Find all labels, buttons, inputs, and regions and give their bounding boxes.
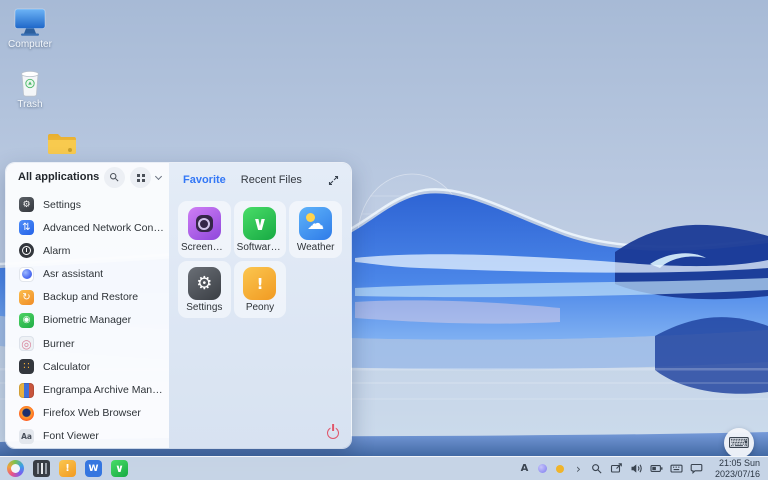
- peony-files-icon: !: [243, 267, 277, 300]
- disc-burner-icon: ◎: [19, 336, 34, 352]
- app-list-item-font-viewer[interactable]: Aa Font Viewer: [6, 425, 169, 448]
- firefox-icon: [19, 405, 34, 421]
- network-config-icon: ⇅: [19, 220, 34, 236]
- app-list-item-network-config[interactable]: ⇅ Advanced Network Configura...: [6, 216, 169, 239]
- desktop-screen: Computer Trash All applications ⚙ Settin…: [0, 0, 768, 480]
- expand-menu-button[interactable]: [328, 175, 339, 186]
- biometric-icon: ◉: [19, 312, 34, 328]
- app-list-item-settings[interactable]: ⚙ Settings: [6, 193, 169, 216]
- favorites-tabs: Favorite Recent Files: [169, 163, 351, 197]
- tray-expand-icon[interactable]: ›: [573, 462, 584, 476]
- task-view-button[interactable]: [33, 460, 50, 477]
- desktop-icon-folder[interactable]: [45, 131, 79, 156]
- app-list-item-alarm[interactable]: Alarm: [6, 239, 169, 262]
- taskbar-software-store-icon[interactable]: ∨: [111, 460, 128, 477]
- folder-icon: [46, 131, 78, 156]
- taskbar-wps-office-icon[interactable]: W: [85, 460, 102, 477]
- alarm-icon: [19, 243, 34, 259]
- app-list-item-asr-assistant[interactable]: Asr assistant: [6, 263, 169, 286]
- search-button[interactable]: [104, 166, 125, 188]
- start-menu-favorites-panel: Favorite Recent Files Screenshot ∨ Softw…: [169, 163, 351, 448]
- taskbar: ! W ∨ A › 21:05 Sun 2023/07/16: [0, 456, 768, 480]
- backup-restore-icon: ↻: [19, 289, 34, 305]
- clock-time: 21:05 Sun: [718, 458, 760, 469]
- font-viewer-icon: Aa: [19, 428, 34, 444]
- tab-favorite[interactable]: Favorite: [183, 174, 226, 186]
- taskbar-peony-files-icon[interactable]: !: [59, 460, 76, 477]
- taskbar-clock[interactable]: 21:05 Sun 2023/07/16: [715, 458, 760, 478]
- desktop-icon-trash[interactable]: Trash: [4, 68, 56, 110]
- app-list-item-firefox[interactable]: Firefox Web Browser: [6, 402, 169, 425]
- app-list-item-archive-manager[interactable]: Engrampa Archive Manager: [6, 378, 169, 401]
- computer-icon: [12, 8, 48, 37]
- software-store-icon: ∨: [243, 207, 277, 240]
- tab-recent-files[interactable]: Recent Files: [241, 174, 302, 186]
- app-list-item-calculator[interactable]: ∷ Calculator: [6, 355, 169, 378]
- tray-app-yellow-icon[interactable]: [555, 462, 566, 476]
- app-list-item-backup-restore[interactable]: ↻ Backup and Restore: [6, 286, 169, 309]
- settings-icon: ⚙: [19, 197, 34, 213]
- app-list-item-biometric[interactable]: ◉ Biometric Manager: [6, 309, 169, 332]
- favorite-tile-screenshot[interactable]: Screenshot: [178, 201, 231, 258]
- system-tray: A › 21:05 Sun 2023/07/16: [519, 458, 760, 478]
- start-menu-app-list-panel: All applications ⚙ Settings ⇅ Advanced N…: [6, 163, 169, 448]
- settings-icon: ⚙: [187, 267, 221, 300]
- power-button[interactable]: [327, 427, 339, 439]
- search-icon[interactable]: [591, 462, 603, 476]
- tray-app-purple-icon[interactable]: [537, 462, 548, 476]
- start-menu-button[interactable]: [7, 460, 24, 477]
- asr-assistant-icon: [19, 266, 34, 282]
- expand-icon: [328, 175, 339, 185]
- app-list-item-burner[interactable]: ◎ Burner: [6, 332, 169, 355]
- archive-manager-icon: [19, 382, 34, 398]
- battery-icon[interactable]: [650, 462, 663, 476]
- start-menu: All applications ⚙ Settings ⇅ Advanced N…: [5, 162, 352, 449]
- taskbar-pinned-apps: ! W ∨: [7, 460, 128, 477]
- search-icon: [110, 172, 119, 182]
- favorite-tile-peony[interactable]: ! Peony: [233, 261, 287, 318]
- view-toggle-button[interactable]: [130, 166, 151, 188]
- favorites-grid: Screenshot ∨ Software S... ☁ Weather ⚙ S…: [169, 197, 351, 322]
- keyboard-tray-icon[interactable]: [670, 462, 683, 476]
- screenshot-icon: [187, 207, 221, 240]
- favorite-tile-weather[interactable]: ☁ Weather: [289, 201, 342, 258]
- volume-icon[interactable]: [630, 462, 643, 476]
- calculator-icon: ∷: [19, 359, 34, 375]
- virtual-keyboard-button[interactable]: ⌨: [724, 428, 754, 458]
- notification-icon[interactable]: [690, 462, 703, 476]
- app-list: ⚙ Settings ⇅ Advanced Network Configura.…: [6, 192, 169, 448]
- trash-icon: [17, 68, 43, 97]
- clock-date: 2023/07/16: [714, 468, 760, 479]
- input-method-icon[interactable]: A: [519, 462, 530, 476]
- app-list-header: All applications: [6, 163, 169, 192]
- weather-icon: ☁: [299, 207, 333, 240]
- favorite-tile-settings[interactable]: ⚙ Settings: [178, 261, 231, 318]
- virtual-keyboard-icon: ⌨: [728, 434, 750, 452]
- all-applications-title: All applications: [18, 171, 100, 184]
- favorite-tile-software-store[interactable]: ∨ Software S...: [233, 201, 287, 258]
- chevron-down-icon[interactable]: [154, 172, 163, 181]
- project-screen-icon[interactable]: [610, 462, 623, 476]
- desktop-icon-label: Computer: [8, 39, 52, 50]
- grid-view-icon: [137, 173, 140, 177]
- desktop-icon-label: Trash: [17, 99, 43, 110]
- desktop-icon-computer[interactable]: Computer: [4, 8, 56, 50]
